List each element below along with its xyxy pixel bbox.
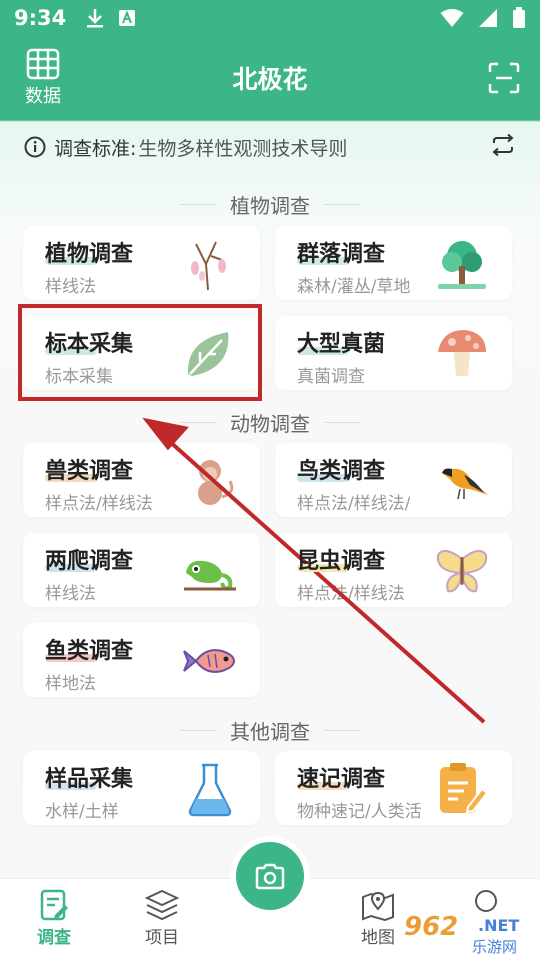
card-title: 兽类调查 — [45, 459, 134, 484]
wifi-icon — [440, 9, 464, 27]
fish-icon — [183, 649, 236, 673]
camera-icon — [255, 863, 285, 890]
signal-icon — [479, 9, 497, 27]
butterfly-icon — [436, 549, 488, 593]
map-pin-icon — [362, 891, 394, 921]
standard-value: 生物多样性观测技术导则 — [138, 137, 348, 160]
card-mammal-survey[interactable]: 兽类调查 样点法/样线法 — [23, 443, 260, 517]
layers-icon — [145, 889, 179, 921]
card-subtitle: 物种速记/人类活 — [297, 802, 422, 822]
card-title: 群落调查 — [297, 242, 386, 267]
card-title: 速记调查 — [297, 767, 386, 792]
card-sample-collection[interactable]: 样品采集 水样/土样 — [23, 751, 260, 825]
card-subtitle: 森林/灌丛/草地 — [297, 277, 411, 297]
card-title: 大型真菌 — [297, 332, 386, 357]
nav-project[interactable]: 项目 — [132, 889, 192, 948]
survey-standard-bar: 调查标准: 生物多样性观测技术导则 — [0, 120, 540, 174]
card-title: 昆虫调查 — [297, 549, 386, 574]
card-fish-survey[interactable]: 鱼类调查 样地法 — [23, 623, 260, 697]
info-icon — [24, 136, 46, 158]
page-title: 北极花 — [232, 65, 308, 94]
nav-project-label: 项目 — [145, 928, 179, 948]
card-insect-survey[interactable]: 昆虫调查 样点法/样线法 — [275, 533, 512, 607]
scan-button[interactable] — [488, 62, 520, 98]
card-title: 样品采集 — [45, 767, 134, 792]
card-quick-record[interactable]: 速记调查 物种速记/人类活 — [275, 751, 512, 825]
card-bird-survey[interactable]: 鸟类调查 样点法/样线法/ — [275, 443, 512, 517]
camera-button[interactable] — [236, 842, 304, 910]
scan-icon — [488, 62, 520, 94]
section-title-animals: 动物调查 — [0, 408, 540, 437]
download-icon — [87, 9, 104, 28]
section-title-other: 其他调查 — [0, 716, 540, 745]
card-subtitle: 样点法/样线法/ — [297, 494, 411, 514]
watermark-logo: 962 .NET 乐游网 — [398, 912, 532, 956]
card-subtitle: 样线法 — [45, 277, 96, 297]
card-subtitle: 真菌调查 — [297, 367, 365, 387]
card-title: 标本采集 — [45, 332, 134, 357]
mushroom-icon — [438, 330, 486, 376]
nav-map-label: 地图 — [361, 928, 395, 948]
switch-standard-button[interactable] — [490, 133, 516, 161]
flower-branch-icon — [191, 241, 226, 291]
status-bar: 9:34 — [0, 0, 540, 36]
font-icon — [119, 10, 136, 26]
card-plant-survey[interactable]: 植物调查 样线法 — [23, 226, 260, 300]
standard-label: 调查标准: — [54, 137, 137, 160]
card-subtitle: 水样/土样 — [45, 802, 119, 822]
status-time: 9:34 — [14, 6, 67, 30]
card-subtitle: 样点法/样线法 — [45, 494, 153, 514]
card-herp-survey[interactable]: 两爬调查 样线法 — [23, 533, 260, 607]
card-community-survey[interactable]: 群落调查 森林/灌丛/草地 — [275, 226, 512, 300]
notepad-icon — [440, 763, 489, 814]
nav-survey[interactable]: 调查 — [24, 889, 84, 948]
card-fungi[interactable]: 大型真菌 真菌调查 — [275, 316, 512, 390]
clipboard-edit-icon — [40, 889, 68, 921]
monkey-icon — [198, 460, 234, 505]
card-title: 鸟类调查 — [297, 459, 386, 484]
card-title: 鱼类调查 — [45, 639, 134, 664]
nav-survey-label: 调查 — [37, 928, 71, 948]
card-subtitle: 样点法/样线法 — [297, 584, 405, 604]
chameleon-icon — [184, 560, 236, 591]
flask-icon — [188, 763, 232, 817]
section-title-plants: 植物调查 — [0, 190, 540, 219]
app-header: 数据 北极花 — [0, 36, 540, 120]
swap-icon — [492, 133, 514, 156]
card-title: 两爬调查 — [45, 549, 134, 574]
battery-icon — [513, 7, 525, 28]
card-subtitle: 样地法 — [45, 674, 96, 694]
card-title: 植物调查 — [45, 242, 134, 267]
tree-icon — [438, 241, 486, 289]
bird-icon — [442, 468, 488, 500]
card-subtitle: 样线法 — [45, 584, 96, 604]
